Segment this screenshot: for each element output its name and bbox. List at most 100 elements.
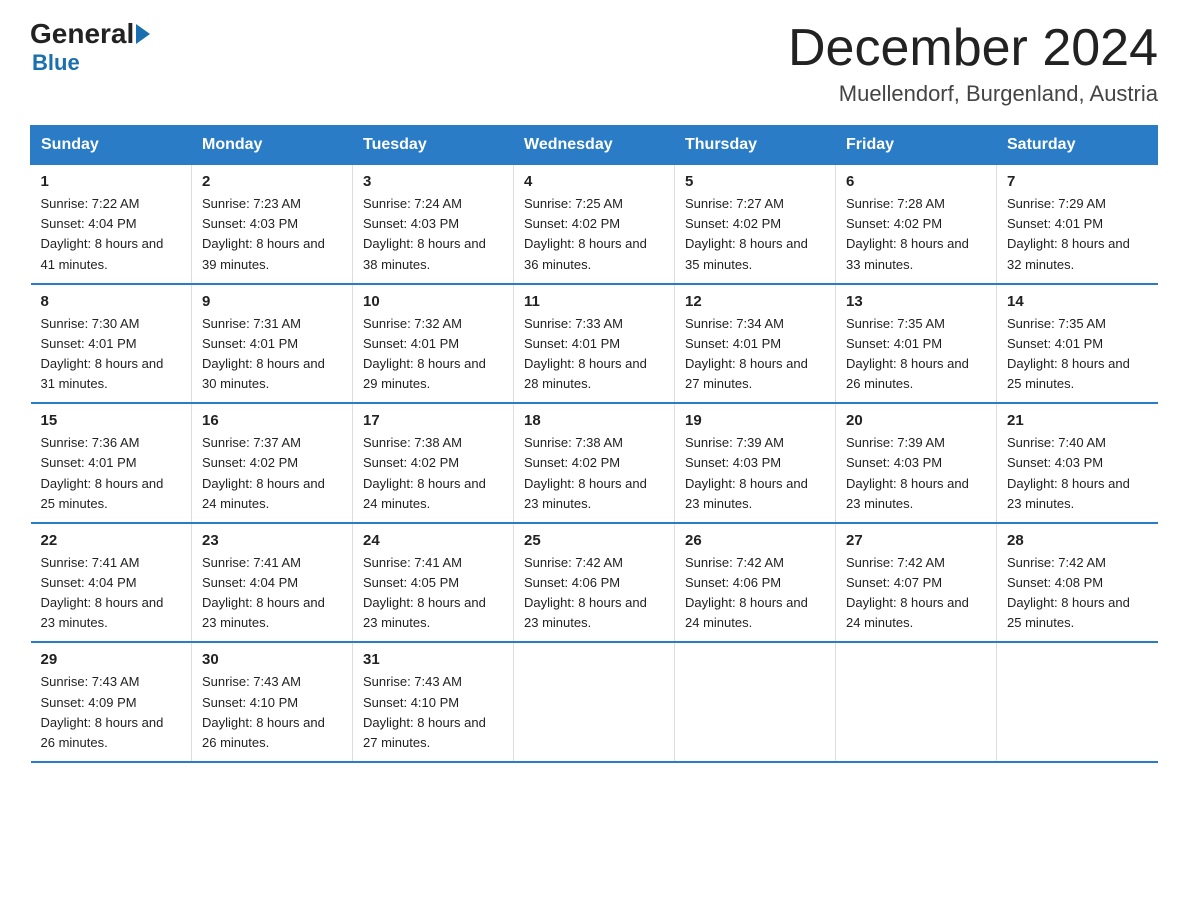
calendar-cell: 5 Sunrise: 7:27 AMSunset: 4:02 PMDayligh… [675,165,836,284]
day-number: 14 [1007,293,1148,310]
day-info: Sunrise: 7:24 AMSunset: 4:03 PMDaylight:… [363,194,503,275]
day-info: Sunrise: 7:22 AMSunset: 4:04 PMDaylight:… [41,194,182,275]
day-info: Sunrise: 7:41 AMSunset: 4:04 PMDaylight:… [41,553,182,634]
calendar-cell [514,642,675,762]
logo: General Blue [30,20,152,76]
calendar-cell [997,642,1158,762]
calendar-week-row: 22 Sunrise: 7:41 AMSunset: 4:04 PMDaylig… [31,523,1158,643]
day-info: Sunrise: 7:35 AMSunset: 4:01 PMDaylight:… [1007,314,1148,395]
day-info: Sunrise: 7:40 AMSunset: 4:03 PMDaylight:… [1007,433,1148,514]
day-number: 4 [524,173,664,190]
day-info: Sunrise: 7:43 AMSunset: 4:10 PMDaylight:… [202,672,342,753]
logo-triangle-icon [136,24,150,44]
calendar-cell: 18 Sunrise: 7:38 AMSunset: 4:02 PMDaylig… [514,403,675,523]
calendar-cell: 4 Sunrise: 7:25 AMSunset: 4:02 PMDayligh… [514,165,675,284]
calendar-cell [675,642,836,762]
calendar-header-row: SundayMondayTuesdayWednesdayThursdayFrid… [31,126,1158,165]
calendar-cell [836,642,997,762]
calendar-cell: 27 Sunrise: 7:42 AMSunset: 4:07 PMDaylig… [836,523,997,643]
day-info: Sunrise: 7:43 AMSunset: 4:09 PMDaylight:… [41,672,182,753]
day-info: Sunrise: 7:35 AMSunset: 4:01 PMDaylight:… [846,314,986,395]
calendar-cell: 13 Sunrise: 7:35 AMSunset: 4:01 PMDaylig… [836,284,997,404]
day-info: Sunrise: 7:23 AMSunset: 4:03 PMDaylight:… [202,194,342,275]
calendar-week-row: 15 Sunrise: 7:36 AMSunset: 4:01 PMDaylig… [31,403,1158,523]
day-number: 18 [524,412,664,429]
calendar-cell: 8 Sunrise: 7:30 AMSunset: 4:01 PMDayligh… [31,284,192,404]
calendar-cell: 22 Sunrise: 7:41 AMSunset: 4:04 PMDaylig… [31,523,192,643]
day-info: Sunrise: 7:42 AMSunset: 4:08 PMDaylight:… [1007,553,1148,634]
page-header: General Blue December 2024 Muellendorf, … [30,20,1158,107]
column-header-monday: Monday [192,126,353,165]
column-header-tuesday: Tuesday [353,126,514,165]
day-info: Sunrise: 7:25 AMSunset: 4:02 PMDaylight:… [524,194,664,275]
day-number: 6 [846,173,986,190]
location-title: Muellendorf, Burgenland, Austria [788,81,1158,107]
day-number: 25 [524,532,664,549]
day-number: 29 [41,651,182,668]
day-info: Sunrise: 7:41 AMSunset: 4:05 PMDaylight:… [363,553,503,634]
day-number: 31 [363,651,503,668]
day-number: 24 [363,532,503,549]
calendar-cell: 15 Sunrise: 7:36 AMSunset: 4:01 PMDaylig… [31,403,192,523]
day-number: 1 [41,173,182,190]
calendar-cell: 6 Sunrise: 7:28 AMSunset: 4:02 PMDayligh… [836,165,997,284]
day-info: Sunrise: 7:31 AMSunset: 4:01 PMDaylight:… [202,314,342,395]
day-number: 3 [363,173,503,190]
month-title: December 2024 [788,20,1158,77]
calendar-cell: 11 Sunrise: 7:33 AMSunset: 4:01 PMDaylig… [514,284,675,404]
calendar-cell: 25 Sunrise: 7:42 AMSunset: 4:06 PMDaylig… [514,523,675,643]
day-number: 15 [41,412,182,429]
day-number: 26 [685,532,825,549]
calendar-week-row: 29 Sunrise: 7:43 AMSunset: 4:09 PMDaylig… [31,642,1158,762]
day-number: 16 [202,412,342,429]
day-info: Sunrise: 7:33 AMSunset: 4:01 PMDaylight:… [524,314,664,395]
calendar-cell: 20 Sunrise: 7:39 AMSunset: 4:03 PMDaylig… [836,403,997,523]
day-number: 30 [202,651,342,668]
calendar-table: SundayMondayTuesdayWednesdayThursdayFrid… [30,125,1158,763]
calendar-cell: 30 Sunrise: 7:43 AMSunset: 4:10 PMDaylig… [192,642,353,762]
calendar-cell: 1 Sunrise: 7:22 AMSunset: 4:04 PMDayligh… [31,165,192,284]
calendar-cell: 23 Sunrise: 7:41 AMSunset: 4:04 PMDaylig… [192,523,353,643]
day-info: Sunrise: 7:28 AMSunset: 4:02 PMDaylight:… [846,194,986,275]
day-info: Sunrise: 7:27 AMSunset: 4:02 PMDaylight:… [685,194,825,275]
calendar-cell: 2 Sunrise: 7:23 AMSunset: 4:03 PMDayligh… [192,165,353,284]
day-info: Sunrise: 7:29 AMSunset: 4:01 PMDaylight:… [1007,194,1148,275]
day-info: Sunrise: 7:38 AMSunset: 4:02 PMDaylight:… [524,433,664,514]
day-number: 11 [524,293,664,310]
day-info: Sunrise: 7:34 AMSunset: 4:01 PMDaylight:… [685,314,825,395]
column-header-sunday: Sunday [31,126,192,165]
day-info: Sunrise: 7:42 AMSunset: 4:06 PMDaylight:… [685,553,825,634]
title-area: December 2024 Muellendorf, Burgenland, A… [788,20,1158,107]
calendar-cell: 28 Sunrise: 7:42 AMSunset: 4:08 PMDaylig… [997,523,1158,643]
day-info: Sunrise: 7:42 AMSunset: 4:07 PMDaylight:… [846,553,986,634]
calendar-cell: 7 Sunrise: 7:29 AMSunset: 4:01 PMDayligh… [997,165,1158,284]
day-info: Sunrise: 7:36 AMSunset: 4:01 PMDaylight:… [41,433,182,514]
day-info: Sunrise: 7:30 AMSunset: 4:01 PMDaylight:… [41,314,182,395]
day-number: 27 [846,532,986,549]
day-number: 23 [202,532,342,549]
logo-general-text: General [30,20,134,48]
day-number: 22 [41,532,182,549]
calendar-cell: 14 Sunrise: 7:35 AMSunset: 4:01 PMDaylig… [997,284,1158,404]
day-number: 8 [41,293,182,310]
day-number: 12 [685,293,825,310]
day-number: 5 [685,173,825,190]
calendar-cell: 10 Sunrise: 7:32 AMSunset: 4:01 PMDaylig… [353,284,514,404]
calendar-cell: 29 Sunrise: 7:43 AMSunset: 4:09 PMDaylig… [31,642,192,762]
day-info: Sunrise: 7:41 AMSunset: 4:04 PMDaylight:… [202,553,342,634]
day-number: 2 [202,173,342,190]
day-number: 10 [363,293,503,310]
calendar-week-row: 8 Sunrise: 7:30 AMSunset: 4:01 PMDayligh… [31,284,1158,404]
day-info: Sunrise: 7:42 AMSunset: 4:06 PMDaylight:… [524,553,664,634]
day-number: 7 [1007,173,1148,190]
day-info: Sunrise: 7:32 AMSunset: 4:01 PMDaylight:… [363,314,503,395]
column-header-wednesday: Wednesday [514,126,675,165]
day-number: 28 [1007,532,1148,549]
day-info: Sunrise: 7:37 AMSunset: 4:02 PMDaylight:… [202,433,342,514]
calendar-cell: 26 Sunrise: 7:42 AMSunset: 4:06 PMDaylig… [675,523,836,643]
logo-blue-text: Blue [32,50,80,76]
day-number: 13 [846,293,986,310]
column-header-thursday: Thursday [675,126,836,165]
calendar-cell: 9 Sunrise: 7:31 AMSunset: 4:01 PMDayligh… [192,284,353,404]
calendar-cell: 24 Sunrise: 7:41 AMSunset: 4:05 PMDaylig… [353,523,514,643]
